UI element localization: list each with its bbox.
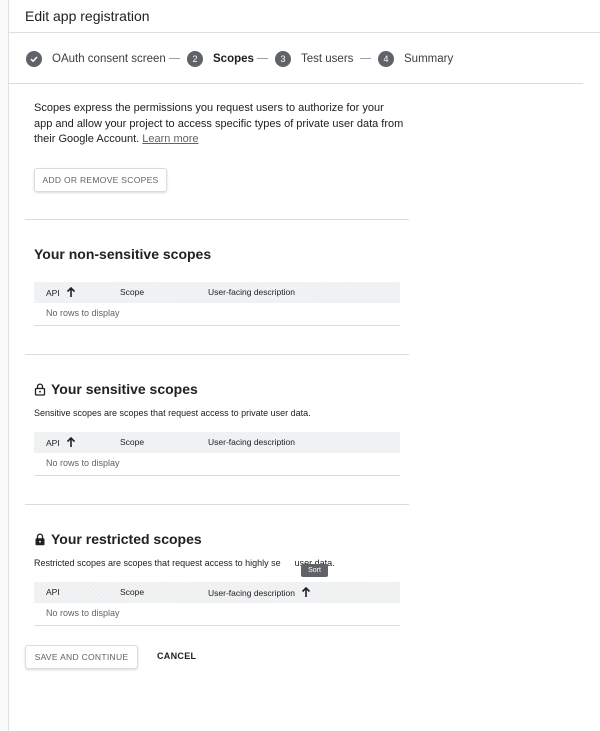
restricted-description-text: Restricted scopes are scopes that reques… — [34, 558, 281, 568]
arrow-up-icon[interactable] — [66, 437, 76, 448]
column-label: Scope — [120, 587, 145, 597]
column-label: API — [46, 287, 60, 298]
step-number-badge: 2 — [187, 50, 203, 67]
save-and-continue-button[interactable]: SAVE AND CONTINUE — [25, 645, 138, 669]
column-header-description[interactable]: User-facing description — [208, 437, 295, 447]
column-header-api[interactable]: API — [46, 587, 60, 597]
step-summary[interactable]: 4 Summary — [378, 50, 453, 67]
column-header-api[interactable]: API — [46, 287, 76, 298]
lock-open-outline-icon — [34, 382, 46, 396]
sensitive-section-title: Your sensitive scopes — [34, 381, 198, 397]
column-label: User-facing description — [208, 287, 295, 297]
column-label: API — [46, 437, 60, 448]
stepper: OAuth consent screen 2 Scopes 3 Test use… — [8, 33, 583, 84]
table-body: No rows to display — [34, 453, 400, 476]
section-title-text: Your sensitive scopes — [51, 381, 198, 397]
step-label: Test users — [301, 52, 354, 65]
step-test-users[interactable]: 3 Test users — [275, 50, 353, 67]
restricted-section-title: Your restricted scopes — [34, 531, 202, 547]
step-separator — [169, 58, 180, 59]
title-bar: Edit app registration — [8, 0, 600, 33]
step-oauth-consent[interactable]: OAuth consent screen — [26, 50, 166, 67]
left-rail — [0, 0, 9, 731]
table-header: API Scope User-facing description — [34, 282, 400, 303]
arrow-up-icon[interactable] — [301, 587, 311, 598]
divider — [25, 354, 409, 355]
column-header-scope[interactable]: Scope — [120, 587, 144, 597]
sensitive-table: API Scope User-facing description No row… — [34, 432, 400, 476]
divider — [25, 504, 409, 505]
column-label: User-facing description — [208, 437, 295, 447]
arrow-up-icon[interactable] — [66, 287, 76, 298]
column-header-api[interactable]: API — [46, 437, 76, 448]
step-label: Scopes — [213, 52, 254, 65]
add-or-remove-scopes-button[interactable]: ADD OR REMOVE SCOPES — [34, 168, 167, 192]
step-label: Summary — [404, 52, 454, 65]
sort-tooltip: Sort — [301, 564, 328, 577]
check-circle-icon — [26, 50, 42, 67]
step-label: OAuth consent screen — [52, 52, 166, 65]
column-header-scope[interactable]: Scope — [120, 437, 144, 447]
table-body: No rows to display — [34, 603, 400, 626]
cancel-button[interactable]: CANCEL — [157, 651, 196, 661]
divider — [25, 219, 409, 220]
non-sensitive-table: API Scope User-facing description No row… — [34, 282, 400, 326]
lock-filled-icon — [34, 532, 46, 546]
empty-message: No rows to display — [46, 308, 120, 318]
step-number-badge: 3 — [275, 50, 291, 67]
empty-message: No rows to display — [46, 608, 120, 618]
page-title: Edit app registration — [25, 8, 150, 24]
section-title-text: Your non-sensitive scopes — [34, 246, 212, 262]
sensitive-description: Sensitive scopes are scopes that request… — [34, 408, 311, 418]
column-header-scope[interactable]: Scope — [120, 287, 144, 297]
column-label: API — [46, 587, 60, 597]
restricted-table: API Scope User-facing description No row… — [34, 582, 400, 626]
table-body: No rows to display — [34, 303, 400, 326]
table-header: API Scope User-facing description — [34, 432, 400, 453]
intro-body: Scopes express the permissions you reque… — [34, 102, 404, 145]
column-label: Scope — [120, 437, 145, 447]
intro-text: Scopes express the permissions you reque… — [34, 101, 404, 148]
learn-more-link[interactable]: Learn more — [142, 133, 198, 145]
column-header-description[interactable]: User-facing description — [208, 287, 295, 297]
column-label: Scope — [120, 287, 145, 297]
step-separator — [257, 58, 268, 59]
step-separator — [360, 58, 371, 59]
step-scopes[interactable]: 2 Scopes — [187, 50, 254, 67]
step-number-badge: 4 — [378, 50, 394, 67]
empty-message: No rows to display — [46, 458, 120, 468]
column-header-description[interactable]: User-facing description — [208, 587, 311, 598]
section-title-text: Your restricted scopes — [51, 531, 202, 547]
table-header: API Scope User-facing description — [34, 582, 400, 603]
column-label: User-facing description — [208, 587, 295, 598]
non-sensitive-section-title: Your non-sensitive scopes — [34, 246, 211, 262]
restricted-description: Restricted scopes are scopes that reques… — [34, 558, 335, 568]
